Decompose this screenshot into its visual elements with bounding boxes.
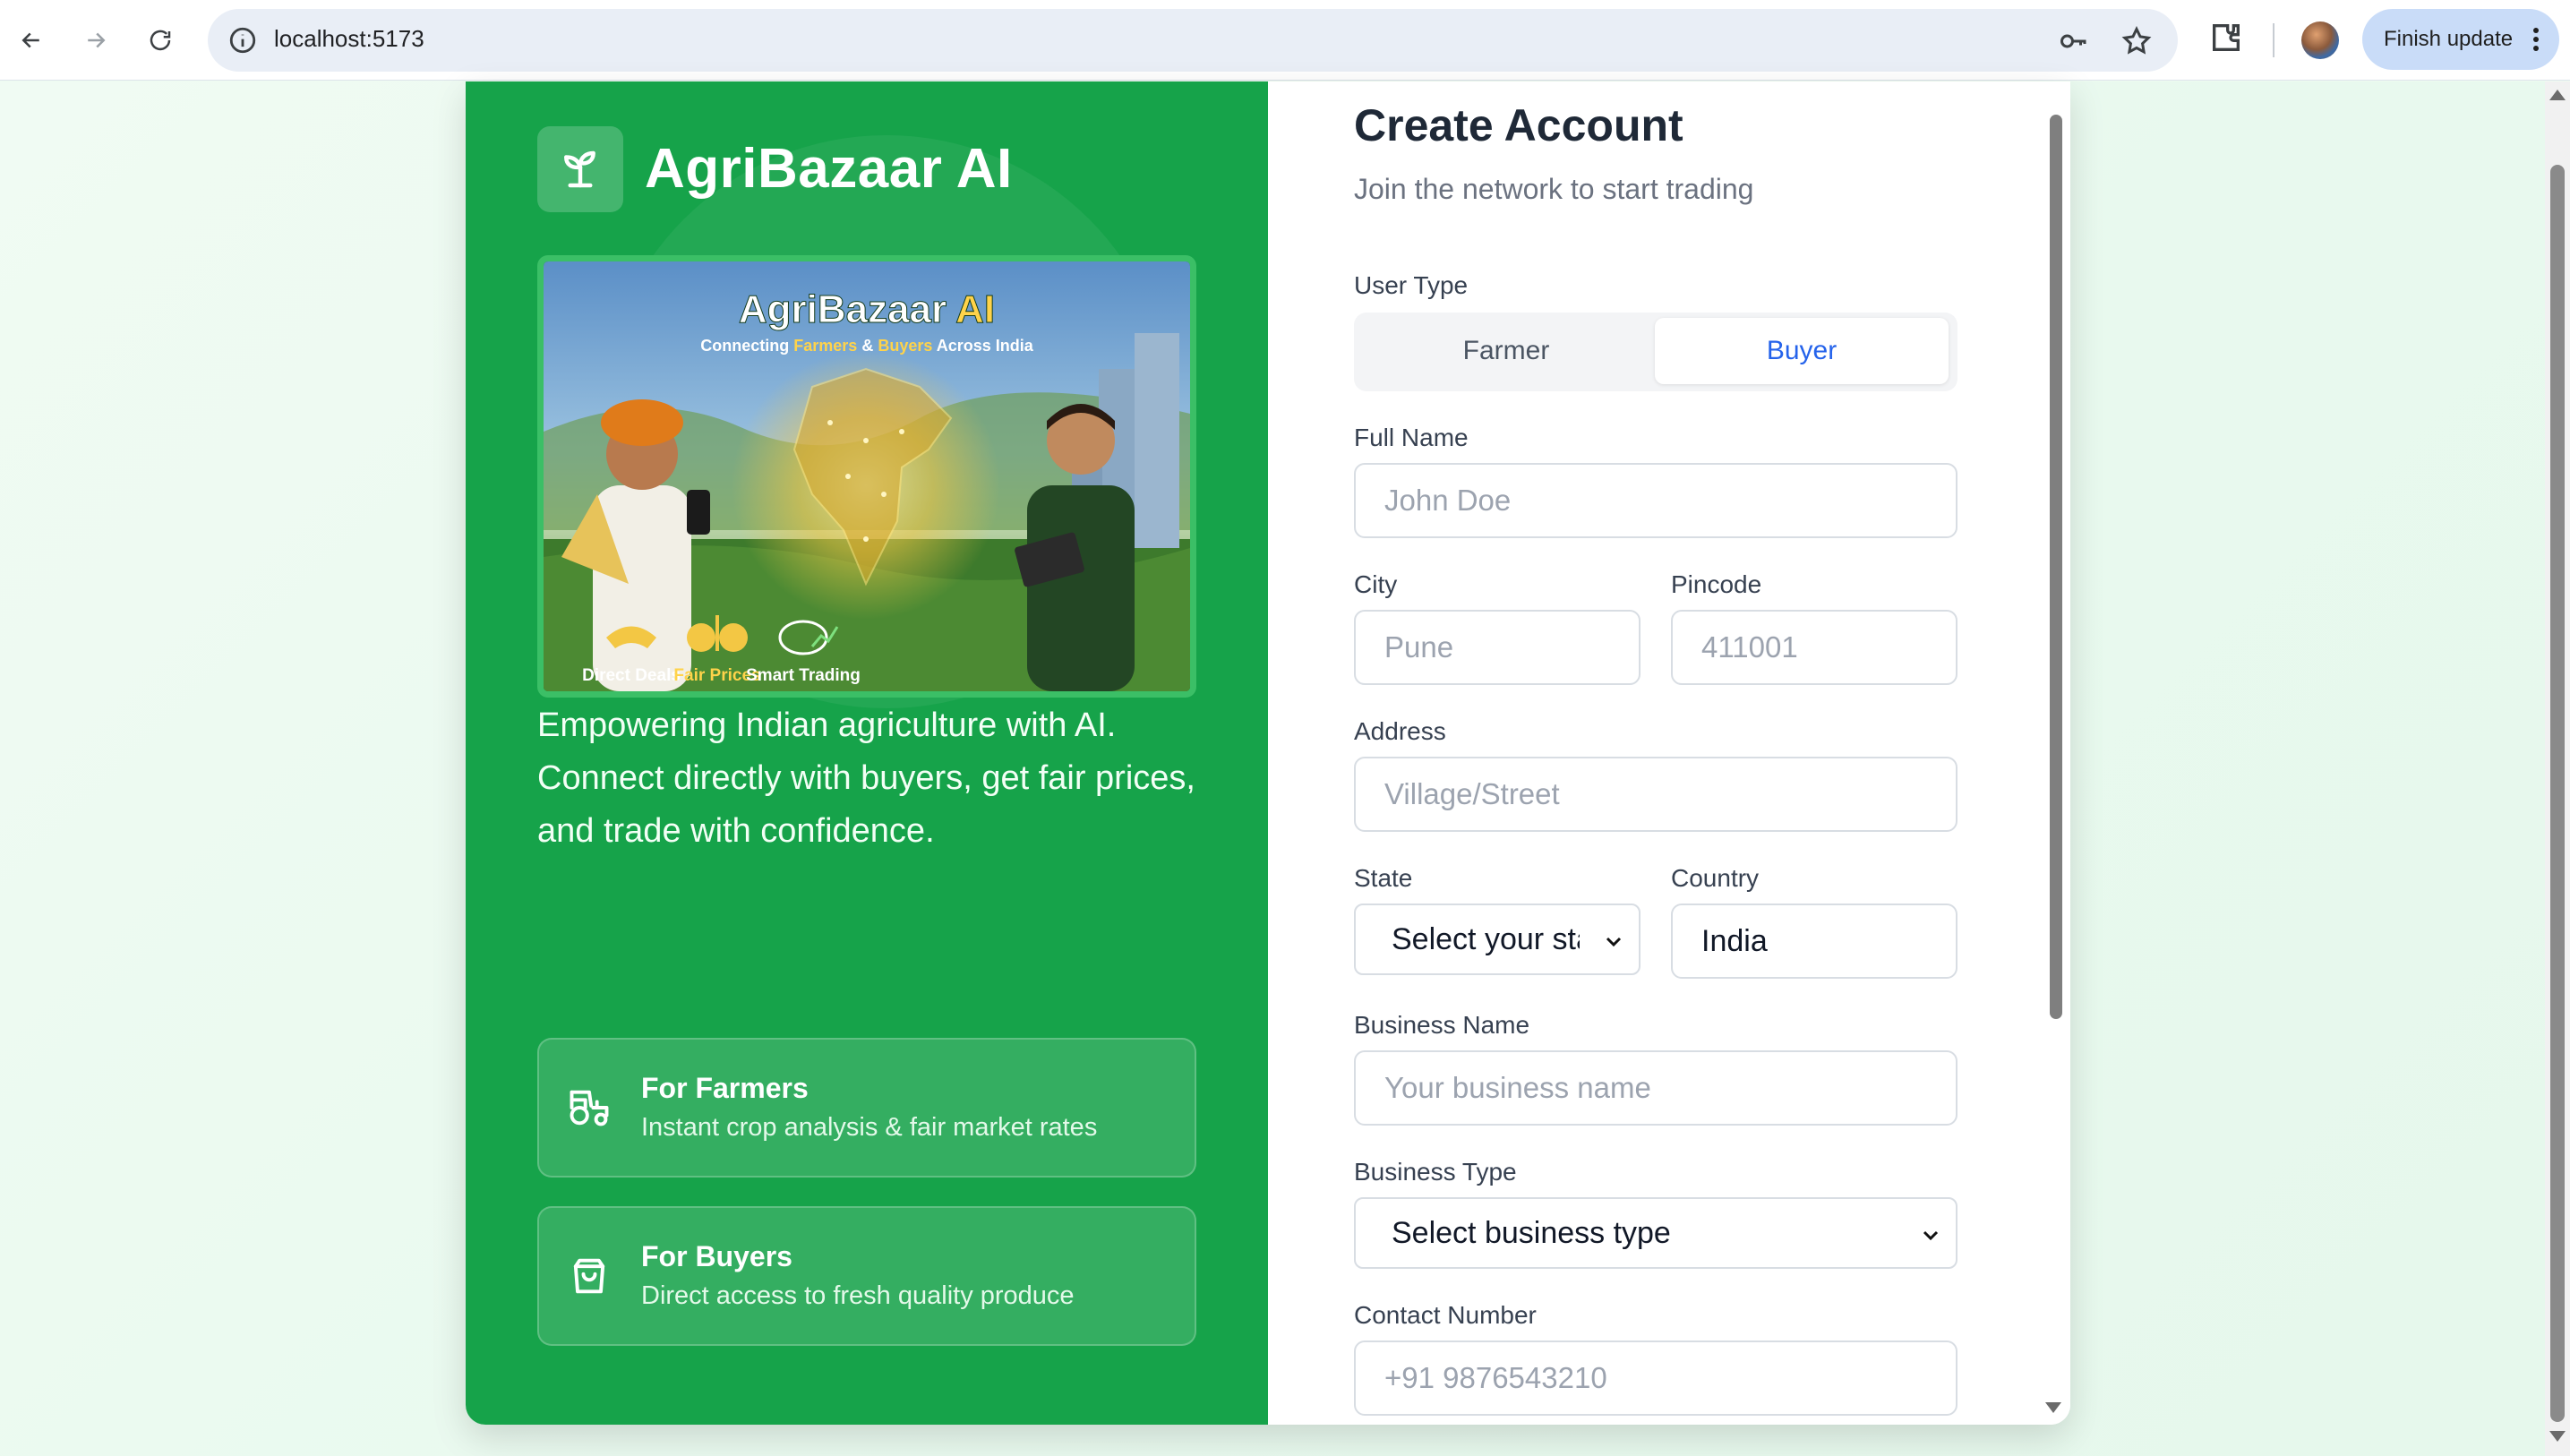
business-name-label: Business Name <box>1354 1011 1530 1039</box>
finish-update-label: Finish update <box>2384 27 2514 51</box>
business-type-select-value: Select business type <box>1392 1215 1671 1250</box>
brand-panel: AgriBazaar AI Direct Deals Fair Prices S… <box>466 81 1268 1425</box>
reload-icon[interactable] <box>140 20 181 61</box>
hero-badge-direct-deals: Direct Deals <box>582 666 681 685</box>
pincode-label: Pincode <box>1671 570 1762 598</box>
country-label: Country <box>1671 864 1760 892</box>
hero-subtitle-mid: & <box>857 337 878 355</box>
hero-illustration: Direct Deals Fair Prices Smart Trading A… <box>537 255 1196 698</box>
form-scrollbar-thumb[interactable] <box>2050 115 2062 1019</box>
pincode-input[interactable] <box>1671 610 1957 685</box>
form-title: Create Account <box>1354 100 1683 150</box>
shopping-bag-icon <box>573 1258 605 1294</box>
hero-subtitle-buyers: Buyers <box>878 337 932 355</box>
more-vert-icon[interactable] <box>2532 27 2540 52</box>
feature-title-farmers: For Farmers <box>641 1072 809 1104</box>
business-type-select[interactable]: Select business type <box>1354 1197 1957 1269</box>
forward-icon[interactable] <box>75 20 116 61</box>
hero-subtitle-farmers: Farmers <box>793 337 857 355</box>
hero-title-main: AgriBazaar <box>739 287 947 331</box>
form-subtitle: Join the network to start trading <box>1354 173 1754 205</box>
contact-number-label: Contact Number <box>1354 1301 1537 1329</box>
full-name-input[interactable] <box>1354 463 1957 538</box>
city-input[interactable] <box>1354 610 1641 685</box>
signup-card: AgriBazaar AI Direct Deals Fair Prices S… <box>466 81 2070 1425</box>
state-select-value: Select your state <box>1392 921 1580 956</box>
country-input[interactable] <box>1671 904 1957 979</box>
site-info-icon[interactable] <box>227 25 258 56</box>
address-input[interactable] <box>1354 757 1957 832</box>
feature-card-buyers: For Buyers Direct access to fresh qualit… <box>537 1206 1196 1346</box>
back-icon[interactable] <box>11 20 52 61</box>
url-text[interactable]: localhost:5173 <box>274 25 424 53</box>
brand-tagline: Empowering Indian agriculture with AI. C… <box>537 707 1195 850</box>
user-type-label: User Type <box>1354 271 1469 299</box>
hero-subtitle-post: Across India <box>932 337 1033 355</box>
hero-badge-smart-trading: Smart Trading <box>746 666 861 685</box>
tractor-icon <box>570 1090 609 1126</box>
feature-card-farmers: For Farmers Instant crop analysis & fair… <box>537 1038 1196 1178</box>
page-scroll-down-arrow[interactable] <box>2549 1431 2566 1442</box>
svg-text:Connecting Farmers & Buyers Ac: Connecting Farmers & Buyers Across India <box>700 337 1033 355</box>
hero-title-accent: AI <box>955 287 995 331</box>
feature-title-buyers: For Buyers <box>641 1240 792 1272</box>
feature-desc-farmers: Instant crop analysis & fair market rate… <box>641 1113 1098 1142</box>
page-scrollbar-thumb[interactable] <box>2550 165 2565 1422</box>
password-key-icon[interactable] <box>2058 25 2090 57</box>
profile-avatar[interactable] <box>2301 21 2339 59</box>
browser-toolbar: localhost:5173 Finish update <box>0 0 2570 81</box>
address-label: Address <box>1354 717 1446 745</box>
sprout-icon <box>564 150 595 188</box>
chevron-down-icon <box>1606 937 1622 947</box>
business-name-input[interactable] <box>1354 1050 1957 1126</box>
contact-number-input[interactable] <box>1354 1340 1957 1416</box>
chevron-down-icon <box>1923 1230 1939 1241</box>
state-label: State <box>1354 864 1413 892</box>
brand-name: AgriBazaar AI <box>645 138 1013 200</box>
user-type-toggle: Farmer Buyer <box>1354 313 1957 391</box>
user-type-farmer[interactable]: Farmer <box>1359 318 1653 384</box>
page-scroll-up-arrow[interactable] <box>2549 90 2566 100</box>
user-type-buyer[interactable]: Buyer <box>1655 318 1949 384</box>
signup-form: Create Account Join the network to start… <box>1268 81 2070 1425</box>
finish-update-button[interactable]: Finish update <box>2362 9 2559 70</box>
full-name-label: Full Name <box>1354 424 1469 451</box>
business-type-label: Business Type <box>1354 1158 1517 1186</box>
state-select[interactable]: Select your state <box>1354 904 1641 975</box>
logo-badge <box>537 126 623 212</box>
svg-text:AgriBazaarAI: AgriBazaar AI <box>739 287 995 331</box>
hero-subtitle-pre: Connecting <box>700 337 793 355</box>
city-label: City <box>1354 570 1398 598</box>
address-bar[interactable]: localhost:5173 <box>208 9 2178 72</box>
toolbar-divider <box>2273 23 2274 57</box>
feature-desc-buyers: Direct access to fresh quality produce <box>641 1281 1075 1310</box>
extensions-icon[interactable] <box>2208 20 2244 56</box>
bookmark-star-icon[interactable] <box>2120 25 2153 57</box>
form-scroll-down-arrow[interactable] <box>2045 1402 2061 1413</box>
